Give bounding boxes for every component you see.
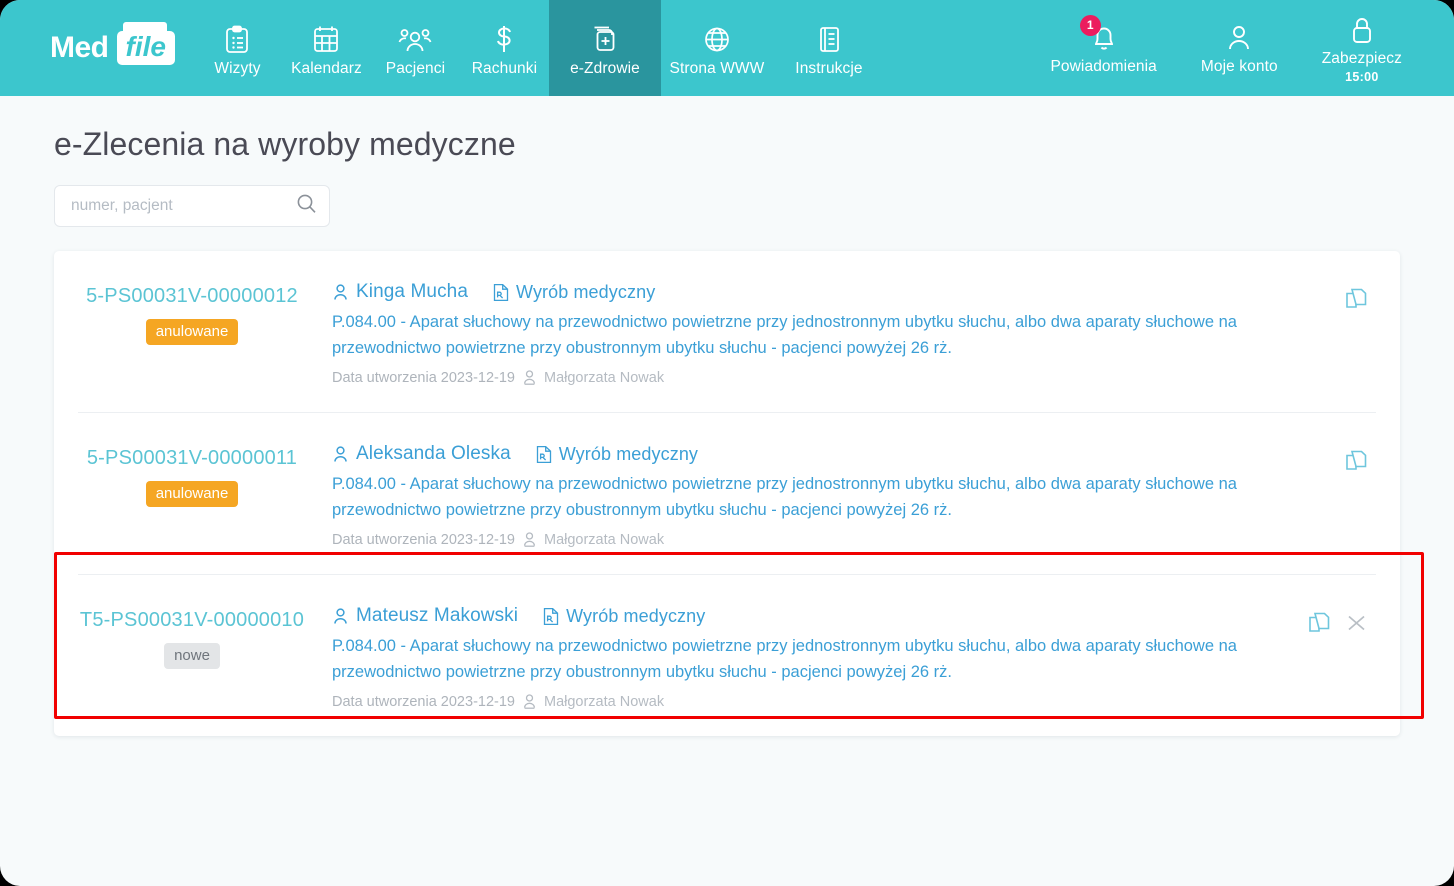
author-icon: [522, 531, 537, 548]
order-author: Małgorzata Nowak: [543, 369, 665, 386]
prescription-document-icon: [536, 445, 552, 464]
table-row[interactable]: 5-PS00031V-00000012 anulowane Kinga Much…: [54, 251, 1400, 412]
order-headline: Aleksanda Oleska Wyrób medyczny: [332, 443, 1345, 465]
order-identity: 5-PS00031V-00000012 anulowane: [78, 279, 306, 345]
order-number: 5-PS00031V-00000012: [86, 285, 298, 307]
status-badge: nowe: [164, 643, 220, 669]
document-type: Wyrób medyczny: [558, 443, 699, 464]
prescription-document-icon: [543, 607, 559, 626]
created-date: Data utworzenia 2023-12-19: [332, 693, 515, 710]
status-badge: anulowane: [145, 319, 239, 345]
nav-item-moje-konto[interactable]: Moje konto: [1179, 0, 1300, 96]
nav-label-instrukcje: Instrukcje: [795, 59, 863, 77]
app-window: Med file Wizyty Kalendarz Pacjenci Rachu…: [0, 0, 1454, 886]
status-badge: anulowane: [145, 481, 239, 507]
page-body: e-Zlecenia na wyroby medyczne 5-PS00031V…: [0, 96, 1454, 736]
order-meta: Data utworzenia 2023-12-19 Małgorzata No…: [332, 531, 1345, 548]
patient-icon: [332, 283, 349, 302]
folder-tab-shape: [122, 22, 167, 31]
patient-name[interactable]: Kinga Mucha: [356, 281, 468, 303]
medical-file-icon: [590, 23, 620, 55]
search-icon[interactable]: [296, 193, 317, 219]
order-details: Mateusz Makowski Wyrób medyczny P.084.00…: [306, 603, 1308, 710]
top-navbar: Med file Wizyty Kalendarz Pacjenci Rachu…: [0, 0, 1454, 96]
nav-label-kalendarz: Kalendarz: [291, 59, 362, 77]
order-identity: T5-PS00031V-00000010 nowe: [78, 603, 306, 669]
copy-icon[interactable]: [1345, 287, 1368, 316]
order-meta: Data utworzenia 2023-12-19 Małgorzata No…: [332, 693, 1308, 710]
created-date: Data utworzenia 2023-12-19: [332, 369, 515, 386]
order-number: 5-PS00031V-00000011: [86, 447, 298, 469]
author-icon: [522, 369, 537, 386]
patient-name[interactable]: Aleksanda Oleska: [356, 443, 511, 465]
copy-icon[interactable]: [1308, 611, 1331, 640]
nav-items: Wizyty Kalendarz Pacjenci Rachunki e-Zdr…: [193, 0, 885, 96]
document-type: Wyrób medyczny: [516, 281, 656, 302]
row-actions: [1345, 441, 1376, 478]
nav-label-moje-konto: Moje konto: [1200, 57, 1278, 75]
people-icon: [398, 23, 432, 55]
created-date: Data utworzenia 2023-12-19: [332, 531, 515, 548]
nav-item-pacjenci[interactable]: Pacjenci: [371, 0, 460, 96]
nav-item-zabezpiecz[interactable]: Zabezpiecz 15:00: [1300, 0, 1424, 96]
brand-text-file: file: [116, 31, 175, 65]
nav-right-group: 1 Powiadomienia Moje konto Zabezpiecz 15…: [1028, 0, 1454, 96]
table-row[interactable]: T5-PS00031V-00000010 nowe Mateusz Makows…: [54, 575, 1400, 736]
nav-label-strona-www: Strona WWW: [669, 59, 765, 77]
order-author: Małgorzata Nowak: [543, 693, 665, 710]
order-description[interactable]: P.084.00 - Aparat słuchowy na przewodnic…: [332, 471, 1332, 523]
user-icon: [1225, 21, 1253, 53]
patient-icon: [332, 445, 349, 464]
nav-label-wizyty: Wizyty: [214, 59, 261, 77]
document-type: Wyrób medyczny: [566, 605, 706, 626]
close-icon[interactable]: [1345, 611, 1368, 640]
lock-icon: [1348, 13, 1376, 45]
nav-label-rachunki: Rachunki: [471, 59, 538, 77]
brand-text-med: Med: [50, 31, 109, 64]
nav-item-rachunki[interactable]: Rachunki: [460, 0, 549, 96]
page-title: e-Zlecenia na wyroby medyczne: [54, 126, 516, 162]
nav-item-strona-www[interactable]: Strona WWW: [661, 0, 773, 96]
nav-item-wizyty[interactable]: Wizyty: [193, 0, 282, 96]
row-actions: [1308, 603, 1376, 640]
order-description[interactable]: P.084.00 - Aparat słuchowy na przewodnic…: [332, 633, 1308, 685]
nav-label-zabezpiecz: Zabezpiecz: [1321, 49, 1402, 67]
order-details: Aleksanda Oleska Wyrób medyczny P.084.00…: [306, 441, 1345, 548]
brand-logo[interactable]: Med file: [0, 0, 193, 96]
order-headline: Kinga Mucha Wyrób medyczny: [332, 281, 1345, 303]
nav-item-instrukcje[interactable]: Instrukcje: [773, 0, 885, 96]
order-meta: Data utworzenia 2023-12-19 Małgorzata No…: [332, 369, 1345, 386]
orders-list-card: 5-PS00031V-00000012 anulowane Kinga Much…: [54, 251, 1400, 736]
patient-name[interactable]: Mateusz Makowski: [356, 605, 518, 627]
nav-label-ezdrowie: e-Zdrowie: [570, 59, 640, 77]
notification-badge: 1: [1079, 14, 1101, 36]
brand-folder: file: [116, 22, 175, 65]
nav-label-pacjenci: Pacjenci: [385, 59, 446, 77]
nav-item-kalendarz[interactable]: Kalendarz: [282, 0, 371, 96]
dollar-icon: [492, 23, 516, 55]
search-input[interactable]: [71, 197, 296, 215]
order-author: Małgorzata Nowak: [543, 531, 665, 548]
book-icon: [815, 23, 843, 55]
globe-icon: [702, 23, 732, 55]
calendar-icon: [312, 23, 340, 55]
copy-icon[interactable]: [1345, 449, 1368, 478]
table-row[interactable]: 5-PS00031V-00000011 anulowane Aleksanda …: [54, 413, 1400, 574]
order-identity: 5-PS00031V-00000011 anulowane: [78, 441, 306, 507]
prescription-document-icon: [493, 283, 509, 302]
order-number: T5-PS00031V-00000010: [79, 609, 305, 631]
order-details: Kinga Mucha Wyrób medyczny P.084.00 - Ap…: [306, 279, 1345, 386]
secure-timer: 15:00: [1345, 69, 1379, 84]
search-box[interactable]: [54, 185, 330, 227]
order-description[interactable]: P.084.00 - Aparat słuchowy na przewodnic…: [332, 309, 1332, 361]
author-icon: [522, 693, 537, 710]
nav-label-powiadomienia: Powiadomienia: [1050, 57, 1157, 75]
clipboard-icon: [224, 23, 250, 55]
bell-icon: 1: [1079, 14, 1118, 53]
row-actions: [1345, 279, 1376, 316]
nav-item-ezdrowie[interactable]: e-Zdrowie: [548, 0, 661, 96]
patient-icon: [332, 607, 349, 626]
nav-item-powiadomienia[interactable]: 1 Powiadomienia: [1028, 0, 1178, 96]
order-headline: Mateusz Makowski Wyrób medyczny: [332, 605, 1308, 627]
